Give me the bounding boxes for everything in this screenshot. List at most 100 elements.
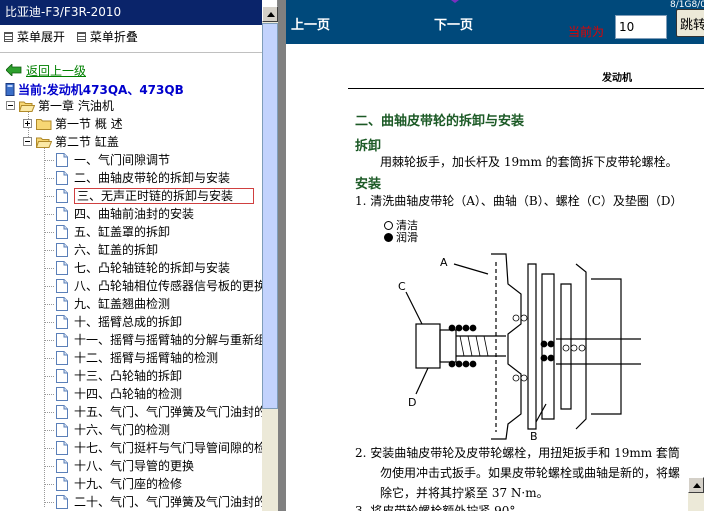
- legend-lube: 润滑: [384, 232, 418, 244]
- install-heading: 安装: [355, 177, 382, 192]
- tree-item[interactable]: 四、曲轴前油封的安装: [44, 205, 194, 223]
- collapse-icon[interactable]: [23, 137, 32, 146]
- document-icon: [56, 207, 68, 221]
- document-icon: [56, 153, 68, 167]
- header-rule: [348, 88, 704, 89]
- expand-icon[interactable]: [23, 119, 32, 128]
- tree-guide-line: [44, 196, 54, 197]
- tree-guide-line: [44, 250, 54, 251]
- tree-item[interactable]: 六、缸盖的拆卸: [44, 241, 158, 259]
- hollow-dot-icon: [384, 221, 393, 230]
- tree-item[interactable]: 十九、气门座的检修: [44, 475, 183, 493]
- scroll-up-button[interactable]: [262, 6, 278, 22]
- tree-guide-line: [44, 322, 54, 323]
- tree-item[interactable]: 十一、摇臂与摇臂轴的分解与重新组装: [44, 331, 262, 349]
- tree-guide-line: [44, 394, 54, 395]
- tree-guide-line: [44, 178, 54, 179]
- page-toolbar: 8/1G8/03 上一页 下一页 当前为 跳转: [286, 0, 704, 44]
- chapter-tree: 第一章 汽油机 第一节 概 述 第二节 缸盖 一、气门间隙调节二、曲轴皮带轮的拆…: [0, 97, 262, 511]
- diagram-legend: 清洁 润滑: [384, 220, 418, 244]
- label-d: D: [408, 396, 416, 409]
- tree-item-label: 八、凸轮轴相位传感器信号板的更换: [74, 279, 262, 293]
- document-icon: [56, 405, 68, 419]
- prev-page-link[interactable]: 上一页: [291, 14, 330, 33]
- tree-item[interactable]: 五、缸盖罩的拆卸: [44, 223, 170, 241]
- tree-menu: 菜单展开 菜单折叠: [4, 28, 146, 48]
- tree-item[interactable]: 十七、气门挺杆与气门导管间隙的检测: [44, 439, 262, 457]
- tree-guide-line: [44, 160, 54, 161]
- tree-guide-line: [44, 376, 54, 377]
- tree-item[interactable]: 七、凸轮轴链轮的拆卸与安装: [44, 259, 230, 277]
- removal-text: 用棘轮扳手，加长杆及 19mm 的套筒拆下皮带轮螺栓。: [380, 155, 678, 169]
- tree-scrollbar[interactable]: [262, 6, 278, 511]
- jump-button[interactable]: 跳转: [676, 9, 704, 37]
- tree-item[interactable]: 二十、气门、气门弹簧及气门油封的安装: [44, 493, 262, 511]
- tree-item[interactable]: 三、无声正时链的拆卸与安装: [44, 187, 255, 205]
- filled-dot-icon: [384, 233, 393, 242]
- folder-icon: [36, 119, 52, 130]
- tree-item[interactable]: 十、摇臂总成的拆卸: [44, 313, 183, 331]
- document-pane: 8/1G8/03 上一页 下一页 当前为 跳转 发动机 二、曲轴皮带轮的拆卸与安…: [286, 0, 704, 511]
- tree-item-label: 十、摇臂总成的拆卸: [74, 315, 183, 329]
- document-icon: [56, 459, 68, 473]
- next-page-link[interactable]: 下一页: [434, 14, 473, 33]
- tree-item[interactable]: 十二、摇臂与摇臂轴的检测: [44, 349, 219, 367]
- scroll-up-button[interactable]: [688, 477, 704, 493]
- install-step-1: 1. 清洗曲轴皮带轮（A）、曲轴（B）、螺栓（C）及垫圈（D）: [355, 194, 683, 208]
- tree-guide-line: [44, 448, 54, 449]
- back-up-link[interactable]: 返回上一级: [6, 62, 86, 79]
- tree-item-label: 十二、摇臂与摇臂轴的检测: [74, 351, 219, 365]
- pulley-diagram: C D A B: [398, 253, 641, 443]
- tree-guide-line: [44, 430, 54, 431]
- document-icon: [56, 261, 68, 275]
- tree-item[interactable]: 八、凸轮轴相位传感器信号板的更换: [44, 277, 262, 295]
- tree-node-section-overview[interactable]: 第一节 概 述: [23, 115, 123, 133]
- page-number-input[interactable]: [615, 15, 667, 39]
- pane-splitter[interactable]: [278, 0, 286, 511]
- tree-item[interactable]: 十三、凸轮轴的拆卸: [44, 367, 182, 385]
- tree-item[interactable]: 十六、气门的检测: [44, 421, 170, 439]
- back-arrow-icon: [6, 64, 22, 76]
- scroll-thumb[interactable]: [262, 23, 278, 409]
- tree-item-label: 十八、气门导管的更换: [74, 459, 195, 473]
- tree-item-label: 二、曲轴皮带轮的拆卸与安装: [74, 171, 231, 185]
- tree-item[interactable]: 十四、凸轮轴的检测: [44, 385, 183, 403]
- tree-guide-line: [44, 358, 54, 359]
- document-icon: [56, 171, 68, 185]
- tree-item[interactable]: 二、曲轴皮带轮的拆卸与安装: [44, 169, 231, 187]
- document-icon: [56, 315, 68, 329]
- expand-all-button[interactable]: 菜单展开: [4, 28, 65, 46]
- current-page-label: 当前为: [568, 25, 605, 39]
- tree-guide-line: [44, 466, 54, 467]
- tree-item-label: 十一、摇臂与摇臂轴的分解与重新组装: [74, 333, 262, 347]
- collapse-all-button[interactable]: 菜单折叠: [76, 28, 138, 46]
- document-icon: [56, 387, 68, 401]
- document-icon: [56, 243, 68, 257]
- install-step-2-line-1: 2. 安装曲轴皮带轮及皮带轮螺栓，用扭矩扳手和 19mm 套筒: [355, 446, 680, 460]
- tree-item[interactable]: 九、缸盖翘曲检测: [44, 295, 170, 313]
- tree-item[interactable]: 十八、气门导管的更换: [44, 457, 195, 475]
- tree-guide-line: [44, 484, 54, 485]
- tree-item[interactable]: 一、气门间隙调节: [44, 151, 170, 169]
- tree-node-chapter[interactable]: 第一章 汽油机: [6, 97, 114, 115]
- current-location: 当前:发动机473QA、473QB: [5, 81, 184, 98]
- install-step-3: 3. 将皮带轮螺栓额外拧紧 90°: [355, 504, 516, 511]
- collapse-icon[interactable]: [6, 101, 15, 110]
- document-icon: [56, 189, 68, 203]
- chevron-up-icon: [693, 483, 701, 488]
- install-step-2-line-2: 勿使用冲击式扳手。如果皮带轮螺栓或曲轴是新的，将螺: [380, 466, 681, 480]
- document-scrollbar[interactable]: [688, 477, 704, 511]
- tree-item-label: 二十、气门、气门弹簧及气门油封的安装: [74, 495, 262, 509]
- marker-icon: [451, 0, 459, 3]
- install-step-2-line-3: 除它，并将其拧紧至 37 N·m。: [380, 486, 549, 500]
- tree-guide-line: [44, 502, 54, 503]
- tree-pane: 比亚迪-F3/F3R-2010 菜单展开 菜单折叠 返回上一级 当前:发动机47…: [0, 0, 278, 511]
- tree-item[interactable]: 十五、气门、气门弹簧及气门油封的拆卸: [44, 403, 262, 421]
- tree-guide-line: [44, 304, 54, 305]
- tree-item-label: 十四、凸轮轴的检测: [74, 387, 183, 401]
- tree-node-section-cylinder-head[interactable]: 第二节 缸盖: [23, 133, 119, 151]
- tree-guide-line: [44, 268, 54, 269]
- open-folder-icon: [36, 137, 52, 148]
- tree-item-label: 十九、气门座的检修: [74, 477, 183, 491]
- menu-list-icon: [76, 32, 86, 42]
